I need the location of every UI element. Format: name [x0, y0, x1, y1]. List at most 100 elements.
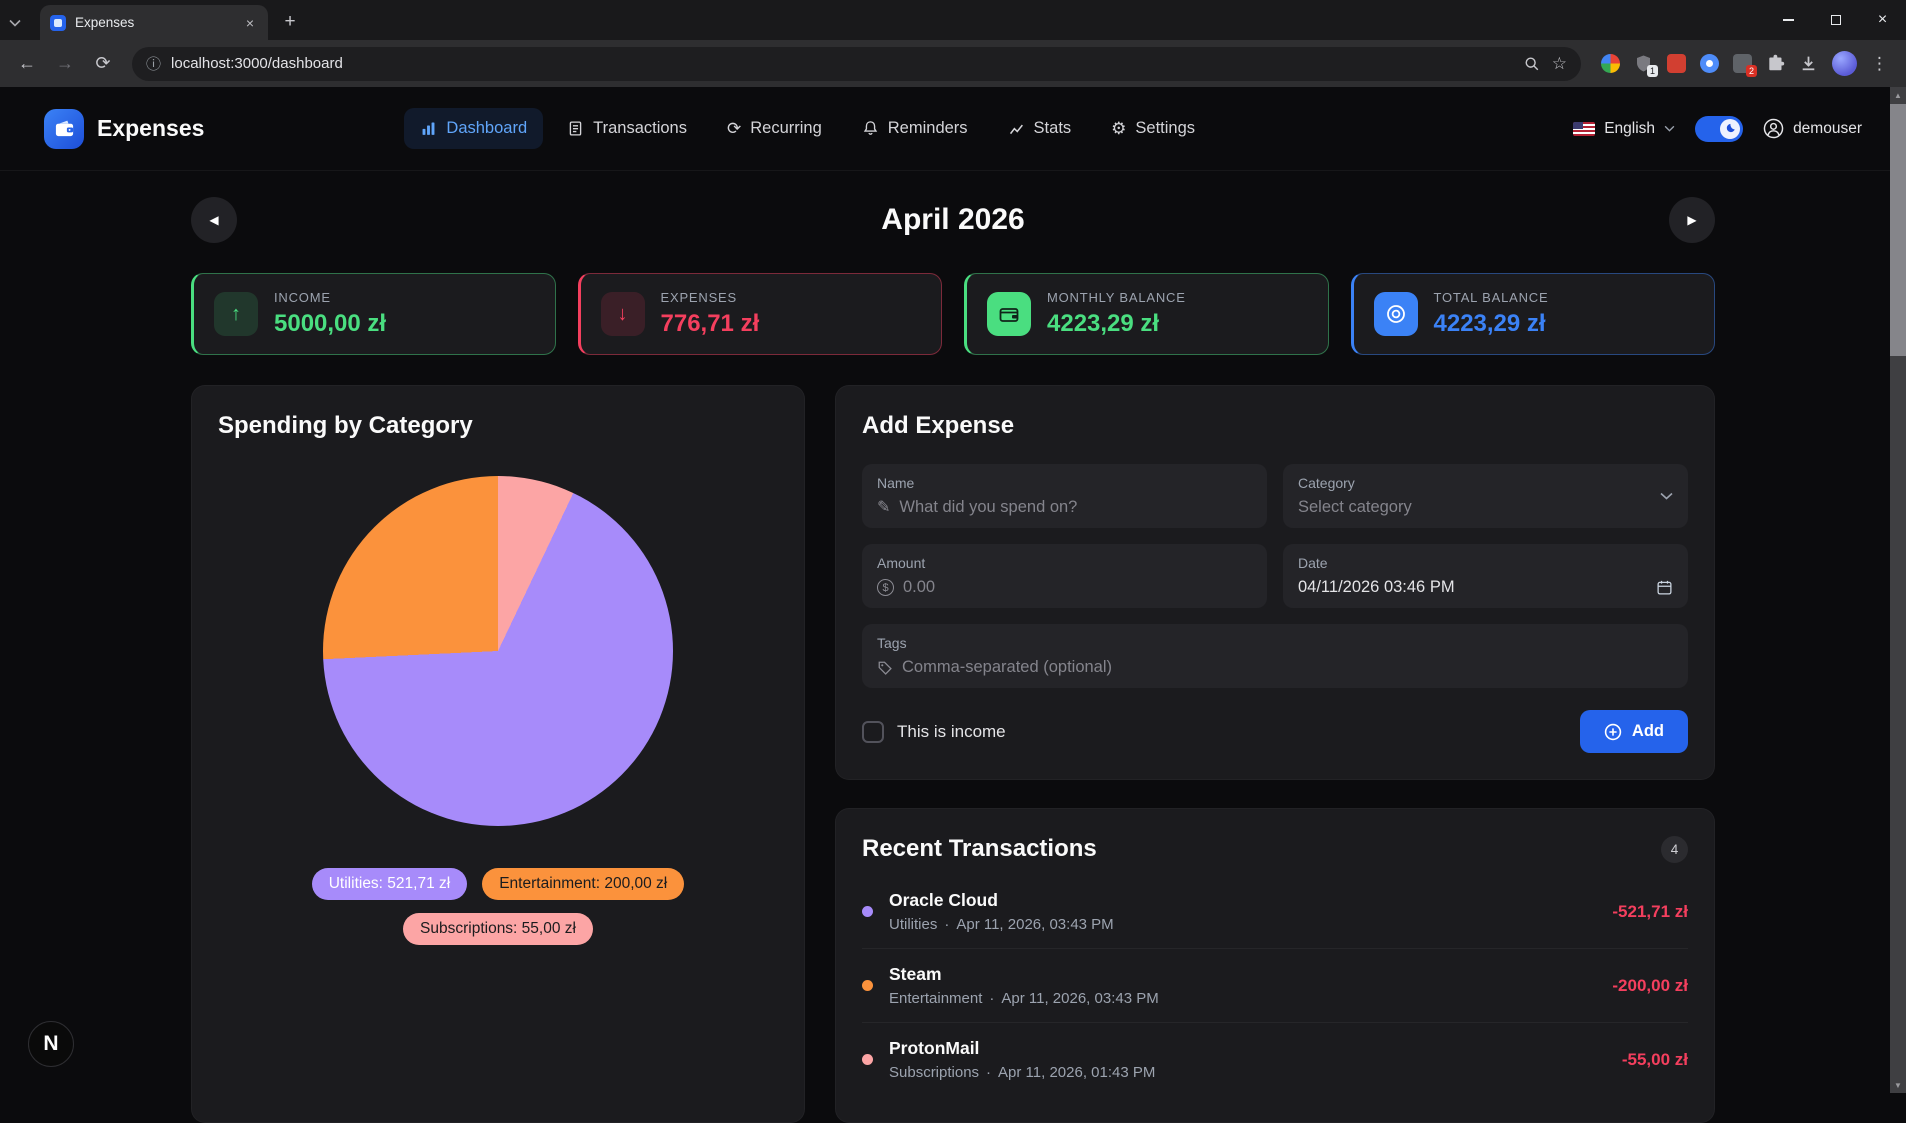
transactions-header: Recent Transactions 4	[862, 835, 1688, 863]
maximize-button[interactable]	[1812, 0, 1859, 40]
calendar-icon[interactable]	[1656, 579, 1673, 596]
date-input[interactable]	[1298, 578, 1647, 597]
chevron-down-icon	[9, 19, 21, 27]
category-value: Select category	[1298, 498, 1412, 516]
prev-month-button[interactable]: ◀	[191, 197, 237, 243]
transactions-panel: Recent Transactions 4 Oracle Cloud Utili…	[835, 808, 1715, 1123]
nav-item-stats[interactable]: Stats	[992, 108, 1088, 149]
meta-separator: ·	[944, 916, 950, 933]
app-title: Expenses	[97, 115, 205, 141]
nav-item-settings[interactable]: ⚙ Settings	[1095, 108, 1211, 149]
transactions-list: Oracle Cloud Utilities · Apr 11, 2026, 0…	[862, 875, 1688, 1096]
dashboard-grid: Spending by Category Utilities: 521,71 z…	[191, 385, 1715, 1123]
stat-value: 776,71 zł	[660, 310, 760, 337]
recurring-icon: ⟳	[726, 119, 742, 138]
legend-pill[interactable]: Utilities: 521,71 zł	[311, 868, 468, 900]
scrollbar-thumb[interactable]	[1890, 104, 1906, 356]
stat-icon-tile: ↑	[214, 292, 258, 336]
nav-label: Dashboard	[446, 119, 528, 137]
transaction-datetime: Apr 11, 2026, 03:43 PM	[1001, 990, 1159, 1007]
address-bar[interactable]: ⓘ localhost:3000/dashboard ☆	[132, 46, 1581, 81]
tab-close-icon[interactable]: ×	[242, 14, 258, 32]
tags-field[interactable]: Tags	[862, 624, 1688, 688]
extensions-puzzle-icon[interactable]	[1766, 54, 1785, 73]
transaction-row[interactable]: ProtonMail Subscriptions · Apr 11, 2026,…	[862, 1022, 1688, 1096]
meta-separator: ·	[986, 1064, 992, 1081]
extension-icon[interactable]: 1	[1634, 54, 1658, 77]
app-logo-group[interactable]: Expenses	[44, 108, 205, 149]
forward-button[interactable]: →	[48, 47, 82, 81]
legend-pill[interactable]: Subscriptions: 55,00 zł	[403, 913, 593, 945]
zoom-icon[interactable]	[1524, 56, 1540, 72]
maximize-icon	[1830, 15, 1841, 25]
stat-card: ↑ INCOME 5000,00 zł	[191, 273, 556, 355]
month-title: April 2026	[881, 203, 1025, 236]
user-menu[interactable]: demouser	[1763, 118, 1862, 139]
transaction-category: Entertainment	[889, 990, 983, 1007]
scrollbar-up-icon[interactable]: ▲	[1890, 87, 1906, 103]
transaction-row[interactable]: Steam Entertainment · Apr 11, 2026, 03:4…	[862, 948, 1688, 1022]
tags-input[interactable]	[902, 658, 1673, 677]
name-field[interactable]: Name ✎	[862, 464, 1267, 528]
month-navigation: ◀ April 2026 ▶	[191, 197, 1715, 243]
plus-circle-icon	[1604, 723, 1622, 740]
pie-legend: Utilities: 521,71 zł Entertainment: 200,…	[218, 868, 778, 945]
reload-button[interactable]: ⟳	[86, 47, 120, 81]
downloads-icon[interactable]	[1799, 54, 1818, 73]
transaction-amount: -521,71 zł	[1612, 901, 1688, 921]
stat-value: 5000,00 zł	[274, 310, 387, 337]
spending-title: Spending by Category	[218, 412, 473, 439]
transaction-row[interactable]: Oracle Cloud Utilities · Apr 11, 2026, 0…	[862, 875, 1688, 948]
income-checkbox-row[interactable]: This is income	[862, 720, 1006, 743]
extension-icon[interactable]	[1700, 54, 1719, 73]
extension-icon[interactable]	[1667, 54, 1686, 73]
tab-favicon-icon	[50, 14, 66, 31]
scrollbar-down-icon[interactable]: ▼	[1890, 1077, 1906, 1093]
minimize-button[interactable]	[1765, 0, 1812, 40]
nav-item-reminders[interactable]: Reminders	[846, 108, 984, 149]
bookmark-star-icon[interactable]: ☆	[1552, 54, 1567, 74]
minimize-icon	[1783, 19, 1794, 21]
amount-input[interactable]	[903, 578, 1252, 597]
arrow-up-icon: ↑	[231, 302, 241, 325]
site-info-icon[interactable]: ⓘ	[146, 53, 161, 74]
name-input[interactable]	[899, 498, 1252, 517]
category-field[interactable]: Category Select category	[1283, 464, 1688, 528]
back-button[interactable]: ←	[10, 47, 44, 81]
extension-icon[interactable]: 2	[1733, 54, 1757, 77]
page-scrollbar[interactable]: ▲ ▼	[1890, 87, 1906, 1093]
wallet-icon	[55, 120, 73, 137]
amount-field[interactable]: Amount $	[862, 544, 1267, 608]
theme-toggle[interactable]	[1695, 115, 1744, 142]
language-label: English	[1604, 119, 1656, 137]
stat-value: 4223,29 zł	[1433, 310, 1546, 337]
next-month-button[interactable]: ▶	[1668, 197, 1715, 243]
pie-chart[interactable]	[323, 476, 673, 826]
add-expense-footer: This is income Add	[862, 710, 1688, 753]
date-field[interactable]: Date	[1283, 544, 1688, 608]
browser-menu-icon[interactable]: ⋮	[1871, 54, 1888, 74]
profile-avatar[interactable]	[1832, 51, 1857, 76]
add-button[interactable]: Add	[1579, 710, 1688, 753]
trend-icon	[1009, 124, 1023, 135]
nav-item-transactions[interactable]: Transactions	[551, 108, 703, 149]
legend-pill[interactable]: Entertainment: 200,00 zł	[482, 868, 685, 900]
tab-search-button[interactable]	[0, 6, 30, 40]
income-checkbox-label: This is income	[897, 721, 1006, 741]
browser-tab[interactable]: Expenses ×	[40, 5, 268, 40]
transaction-meta: Entertainment · Apr 11, 2026, 03:43 PM	[889, 990, 1596, 1007]
main-content: ◀ April 2026 ▶ ↑ INCOME 5000,00 zł ↓ EXP…	[191, 197, 1715, 1123]
nav-item-dashboard[interactable]: Dashboard	[404, 108, 544, 149]
language-selector[interactable]: English	[1573, 120, 1675, 138]
income-checkbox[interactable]	[862, 720, 884, 743]
extension-icon[interactable]	[1601, 54, 1620, 73]
nav-label: Reminders	[887, 119, 968, 137]
close-button[interactable]: ×	[1859, 0, 1906, 40]
pie-wrap: Utilities: 521,71 zł Entertainment: 200,…	[218, 440, 778, 945]
new-tab-button[interactable]: +	[274, 6, 306, 38]
stat-value: 4223,29 zł	[1047, 310, 1160, 337]
chevron-down-icon	[1664, 125, 1675, 132]
nav-item-recurring[interactable]: ⟳ Recurring	[711, 108, 838, 149]
nextjs-dev-button[interactable]: N	[28, 1021, 74, 1067]
tab-strip: Expenses × + ×	[0, 0, 1906, 40]
